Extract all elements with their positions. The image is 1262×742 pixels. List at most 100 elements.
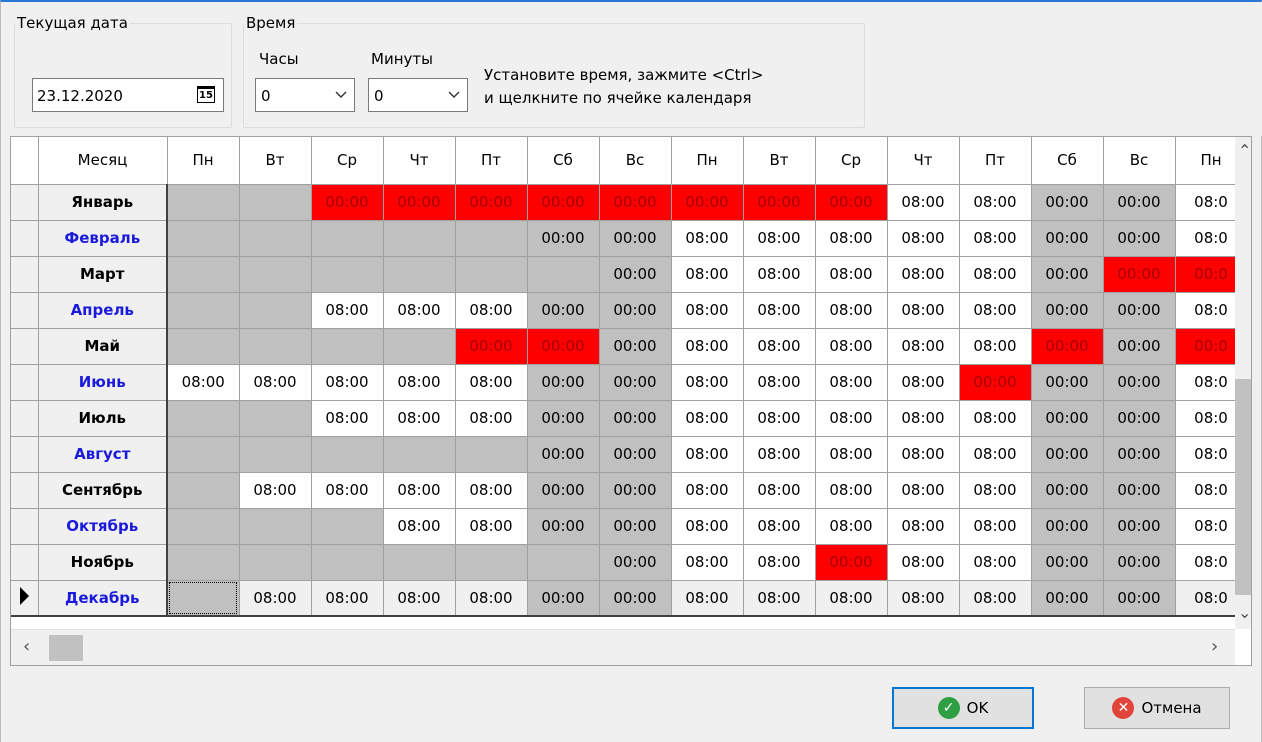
day-cell[interactable]: 08:00 [815,220,888,257]
day-cell[interactable]: 00:00 [599,472,672,509]
day-cell[interactable]: 08:00 [887,400,960,437]
day-cell[interactable]: 08:00 [743,472,816,509]
day-cell[interactable]: 08:00 [959,184,1032,221]
day-cell[interactable]: 08:00 [455,508,528,545]
day-cell[interactable]: 08:00 [887,364,960,401]
day-cell[interactable]: 00:00 [599,364,672,401]
day-cell[interactable]: 08:00 [959,256,1032,293]
day-cell[interactable]: 00:00 [1103,508,1176,545]
day-cell[interactable]: 00:00 [815,184,888,221]
day-cell[interactable]: 00:00 [527,436,600,473]
day-cell[interactable]: 08:00 [815,292,888,329]
day-cell[interactable]: 08:00 [743,364,816,401]
day-cell[interactable]: 08:00 [959,292,1032,329]
day-cell[interactable]: 08:00 [887,184,960,221]
day-cell[interactable]: 00:00 [599,256,672,293]
ok-button[interactable]: ✓ OK [892,687,1034,729]
day-cell[interactable]: 00:00 [527,364,600,401]
day-cell[interactable]: 08:00 [239,472,312,509]
day-cell[interactable]: 08:00 [815,472,888,509]
day-cell[interactable]: 08:00 [959,508,1032,545]
day-cell[interactable]: 00:00 [527,400,600,437]
day-cell[interactable]: 00:00 [1031,184,1104,221]
day-cell[interactable]: 00:00 [1031,400,1104,437]
day-cell[interactable]: 08:00 [167,364,240,401]
day-cell[interactable]: 08:00 [671,328,744,365]
day-cell[interactable]: 08:00 [743,580,816,617]
day-cell[interactable]: 08:00 [455,580,528,617]
day-cell[interactable]: 00:00 [1031,220,1104,257]
day-cell[interactable]: 00:00 [599,508,672,545]
day-cell[interactable]: 08:00 [455,364,528,401]
day-cell[interactable]: 00:00 [1103,400,1176,437]
day-cell[interactable]: 08:00 [671,220,744,257]
day-cell[interactable]: 08:00 [959,472,1032,509]
day-cell[interactable]: 00:00 [599,544,672,581]
day-cell[interactable]: 08:00 [311,400,384,437]
day-cell[interactable]: 08:00 [311,364,384,401]
day-cell[interactable]: 00:00 [1103,580,1176,617]
day-cell[interactable]: 08:00 [383,292,456,329]
horizontal-scrollbar[interactable]: ‹ › [11,629,1235,665]
day-cell[interactable]: 00:00 [815,544,888,581]
day-cell[interactable]: 08:00 [887,508,960,545]
day-cell[interactable]: 00:00 [959,364,1032,401]
cancel-button[interactable]: ✕ Отмена [1084,687,1230,729]
calendar-icon[interactable]: 15 [197,86,215,103]
day-cell[interactable]: 00:00 [527,184,600,221]
day-cell[interactable]: 08:00 [671,472,744,509]
day-cell[interactable]: 08:00 [887,580,960,617]
day-cell[interactable]: 08:00 [455,400,528,437]
day-cell[interactable]: 08:00 [383,364,456,401]
scroll-left-icon[interactable]: ‹ [23,636,30,657]
day-cell[interactable]: 08:00 [959,580,1032,617]
day-cell[interactable]: 00:00 [1031,580,1104,617]
day-cell[interactable]: 08:00 [743,544,816,581]
day-cell[interactable]: 08:00 [239,580,312,617]
day-cell[interactable]: 00:00 [527,220,600,257]
vertical-scroll-thumb[interactable] [1235,379,1251,595]
day-cell[interactable]: 00:00 [1031,292,1104,329]
day-cell[interactable]: 08:00 [815,436,888,473]
day-cell[interactable]: 08:00 [887,256,960,293]
day-cell[interactable]: 08:00 [887,220,960,257]
day-cell[interactable]: 00:00 [455,328,528,365]
day-cell[interactable]: 08:00 [887,436,960,473]
day-cell[interactable]: 00:00 [527,472,600,509]
day-cell[interactable]: 08:00 [959,544,1032,581]
day-cell[interactable]: 00:00 [1103,184,1176,221]
day-cell[interactable]: 00:00 [1103,544,1176,581]
scroll-up-icon[interactable]: ⌃ [1238,141,1251,160]
day-cell[interactable]: 08:00 [383,472,456,509]
day-cell[interactable]: 00:00 [455,184,528,221]
day-cell[interactable]: 00:00 [599,436,672,473]
day-cell[interactable]: 08:00 [959,328,1032,365]
day-cell[interactable]: 08:00 [671,436,744,473]
day-cell[interactable]: 08:00 [743,508,816,545]
day-cell[interactable]: 00:00 [1031,436,1104,473]
day-cell[interactable]: 08:00 [383,400,456,437]
day-cell[interactable]: 08:00 [671,256,744,293]
day-cell[interactable]: 08:00 [383,580,456,617]
day-cell[interactable]: 00:00 [311,184,384,221]
day-cell[interactable]: 08:00 [815,580,888,617]
day-cell[interactable]: 08:00 [815,508,888,545]
day-cell[interactable]: 08:00 [887,472,960,509]
day-cell[interactable]: 00:00 [1031,544,1104,581]
day-cell[interactable]: 00:00 [599,580,672,617]
day-cell[interactable]: 08:00 [311,292,384,329]
day-cell[interactable]: 00:00 [671,184,744,221]
day-cell[interactable]: 00:00 [383,184,456,221]
day-cell[interactable]: 08:00 [815,400,888,437]
day-cell[interactable]: 08:00 [311,580,384,617]
minutes-select[interactable]: 0 [368,78,468,112]
day-cell[interactable]: 00:00 [1031,364,1104,401]
day-cell[interactable]: 00:00 [1031,256,1104,293]
day-cell[interactable]: 00:00 [599,400,672,437]
day-cell[interactable]: 00:00 [527,580,600,617]
vertical-scrollbar[interactable]: ⌃ ⌄ [1235,137,1251,629]
day-cell[interactable]: 08:00 [239,364,312,401]
day-cell[interactable]: 00:00 [599,184,672,221]
day-cell[interactable]: 08:00 [959,400,1032,437]
day-cell[interactable]: 08:00 [887,544,960,581]
